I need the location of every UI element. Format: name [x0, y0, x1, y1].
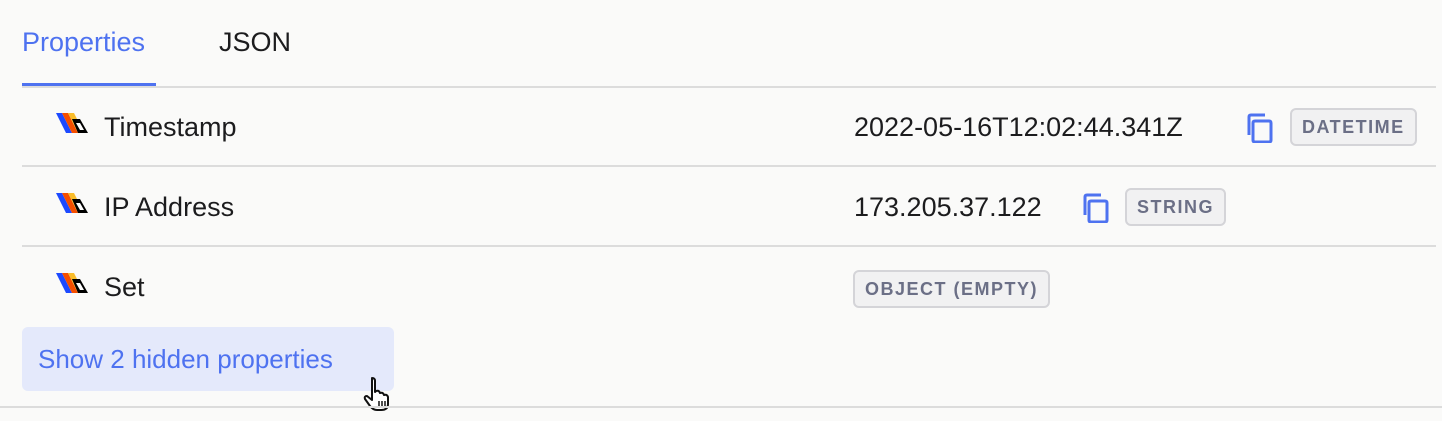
tab-json[interactable]: JSON [219, 0, 309, 86]
posthog-property-icon [56, 273, 88, 293]
tab-properties[interactable]: Properties [22, 0, 156, 86]
posthog-property-icon [56, 113, 88, 133]
type-badge: OBJECT (EMPTY) [853, 270, 1051, 308]
tab-bar: Properties JSON [22, 0, 1436, 88]
properties-panel: Properties JSON Timestamp 2022-05-16T12:… [0, 0, 1442, 421]
copy-icon[interactable] [1083, 193, 1111, 223]
posthog-property-icon [56, 193, 88, 213]
bottom-divider [0, 406, 1442, 408]
property-value: 173.205.37.122 [854, 192, 1042, 222]
property-row-timestamp: Timestamp 2022-05-16T12:02:44.341Z DATET… [22, 87, 1436, 167]
property-name: IP Address [104, 192, 235, 222]
property-name: Timestamp [104, 112, 237, 142]
copy-icon[interactable] [1247, 113, 1275, 143]
show-hidden-properties-button[interactable]: Show 2 hidden properties [22, 327, 394, 391]
type-badge: DATETIME [1290, 108, 1417, 146]
property-row-ip-address: IP Address 173.205.37.122 STRING [22, 167, 1436, 247]
property-value: 2022-05-16T12:02:44.341Z [854, 112, 1183, 142]
type-badge: STRING [1125, 188, 1227, 226]
property-row-set: Set OBJECT (EMPTY) [22, 247, 1436, 327]
property-name: Set [104, 272, 145, 302]
